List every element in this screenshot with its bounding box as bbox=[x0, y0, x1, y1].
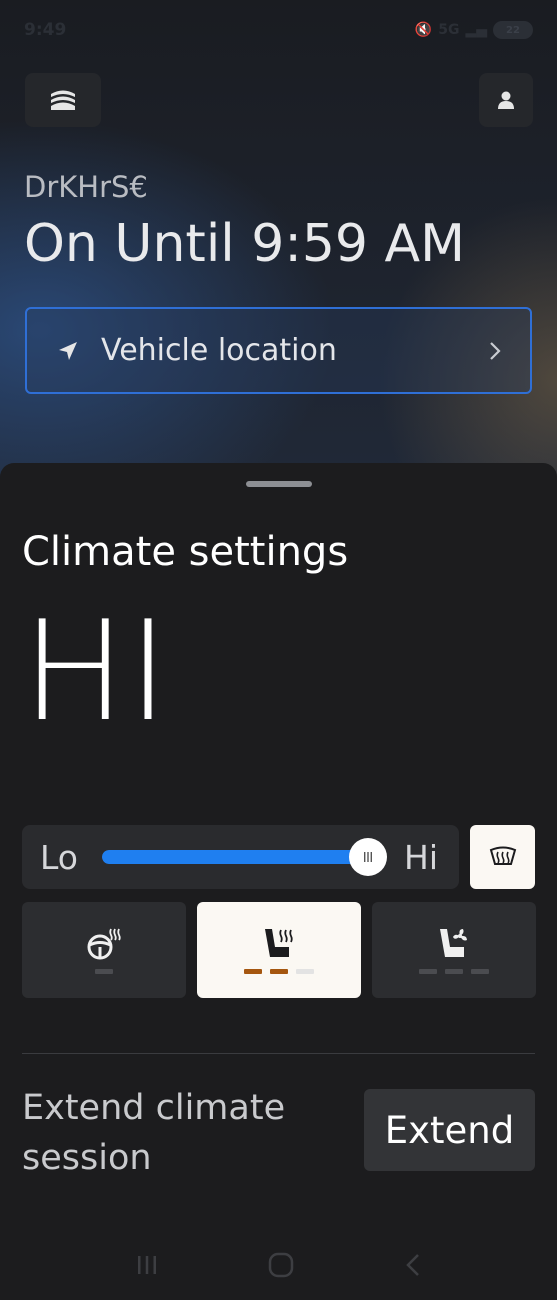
grip-icon bbox=[364, 852, 372, 862]
recent-apps-icon[interactable] bbox=[134, 1254, 160, 1276]
level-segment bbox=[244, 968, 262, 974]
vehicle-location-button[interactable]: Vehicle location bbox=[25, 307, 532, 394]
vent-level-indicator bbox=[419, 968, 489, 974]
slider-high-label: Hi bbox=[404, 838, 438, 877]
level-segment bbox=[95, 968, 113, 974]
network-label: 5G bbox=[438, 22, 460, 38]
climate-status-title: On Until 9:59 AM bbox=[24, 214, 465, 274]
battery-icon: 22 bbox=[493, 21, 533, 39]
status-indicators: 🔇 5G ▂▄ 22 bbox=[415, 21, 533, 39]
car-stack-icon bbox=[51, 90, 75, 110]
level-segment bbox=[419, 968, 437, 974]
level-segment bbox=[471, 968, 489, 974]
vehicle-location-label: Vehicle location bbox=[101, 333, 337, 368]
climate-bottom-sheet: Climate settings HI Lo Hi Extend climate… bbox=[0, 463, 557, 1300]
heated-steering-button[interactable] bbox=[22, 902, 186, 998]
rear-defrost-button[interactable] bbox=[470, 825, 535, 889]
slider-track[interactable] bbox=[102, 850, 367, 864]
heated-steering-wheel-icon bbox=[87, 928, 121, 959]
vehicle-name: DrKHrS€ bbox=[24, 170, 148, 204]
sheet-grabber[interactable] bbox=[246, 481, 312, 487]
slider-fill bbox=[102, 850, 367, 864]
extend-climate-label: Extend climate session bbox=[22, 1088, 286, 1178]
person-icon bbox=[498, 91, 514, 109]
status-time: 9:49 bbox=[24, 20, 67, 40]
system-nav-bar bbox=[0, 1230, 557, 1300]
slider-low-label: Lo bbox=[40, 838, 78, 877]
status-bar: 9:49 🔇 5G ▂▄ 22 bbox=[0, 0, 557, 60]
profile-button[interactable] bbox=[479, 73, 533, 127]
heated-seat-icon bbox=[265, 928, 293, 957]
navigation-arrow-icon bbox=[59, 341, 77, 360]
chevron-right-icon bbox=[490, 341, 501, 360]
ventilated-seat-button[interactable] bbox=[372, 902, 536, 998]
level-segment bbox=[270, 968, 288, 974]
battery-level: 22 bbox=[506, 24, 520, 36]
signal-icon: ▂▄ bbox=[465, 22, 487, 38]
app-screen: 9:49 🔇 5G ▂▄ 22 DrKHrS€ On Until 9:59 AM… bbox=[0, 0, 557, 1300]
back-icon[interactable] bbox=[403, 1252, 423, 1278]
level-segment bbox=[445, 968, 463, 974]
slider-thumb[interactable] bbox=[349, 838, 387, 876]
heat-level-indicator bbox=[95, 968, 113, 974]
extend-button[interactable]: Extend bbox=[364, 1089, 535, 1171]
vehicle-menu-button[interactable] bbox=[25, 73, 101, 127]
temperature-display: HI bbox=[22, 591, 171, 752]
temperature-slider[interactable]: Lo Hi bbox=[22, 825, 459, 889]
heat-level-indicator bbox=[244, 968, 314, 974]
section-divider bbox=[22, 1053, 535, 1054]
heated-seat-button[interactable] bbox=[197, 902, 361, 998]
level-segment bbox=[296, 968, 314, 974]
home-icon[interactable] bbox=[268, 1252, 294, 1278]
mute-icon: 🔇 bbox=[414, 22, 433, 38]
ventilated-seat-icon bbox=[440, 928, 467, 957]
rear-defrost-icon bbox=[489, 846, 516, 865]
climate-settings-title: Climate settings bbox=[22, 529, 349, 575]
